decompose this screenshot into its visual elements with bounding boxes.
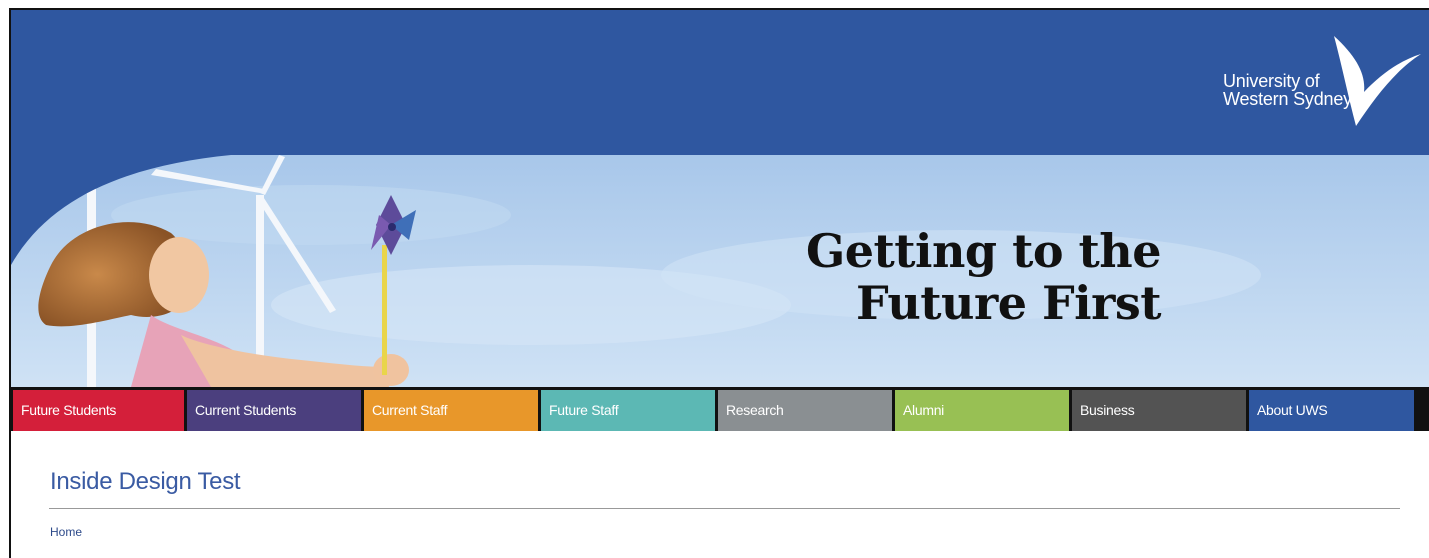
nav-future-staff[interactable]: Future Staff — [541, 390, 715, 431]
nav-label: Future Students — [21, 402, 117, 418]
nav-label: Business — [1080, 402, 1135, 418]
nav-alumni[interactable]: Alumni — [895, 390, 1069, 431]
masthead-curve — [11, 155, 231, 265]
page-frame: University of Western Sydney Getting to … — [9, 8, 1429, 558]
university-logo-text[interactable]: University of Western Sydney — [1223, 72, 1352, 108]
nav-current-students[interactable]: Current Students — [187, 390, 361, 431]
nav-label: Research — [726, 402, 784, 418]
nav-current-staff[interactable]: Current Staff — [364, 390, 538, 431]
banner-headline: Getting to the Future First — [671, 224, 1162, 330]
logo-line-2: Western Sydney — [1223, 89, 1352, 109]
masthead: University of Western Sydney Getting to … — [11, 10, 1429, 387]
logo-line-1: University of — [1223, 71, 1320, 91]
breadcrumb-home[interactable]: Home — [50, 525, 82, 539]
nav-business[interactable]: Business — [1072, 390, 1246, 431]
nav-about-uws[interactable]: About UWS — [1249, 390, 1414, 431]
page-title: Inside Design Test — [50, 468, 241, 495]
nav-label: About UWS — [1257, 402, 1328, 418]
hero-banner: Getting to the Future First — [11, 155, 1429, 387]
headline-line-1: Getting to the — [805, 224, 1162, 278]
main-nav: Future Students Current Students Current… — [11, 387, 1429, 431]
title-divider — [49, 508, 1400, 509]
nav-label: Current Students — [195, 402, 297, 418]
nav-label: Alumni — [903, 402, 944, 418]
main-content: Inside Design Test Home — [11, 431, 1429, 558]
nav-future-students[interactable]: Future Students — [13, 390, 184, 431]
headline-line-2: Future First — [855, 276, 1162, 330]
nav-label: Current Staff — [372, 402, 448, 418]
nav-label: Future Staff — [549, 402, 619, 418]
nav-research[interactable]: Research — [718, 390, 892, 431]
